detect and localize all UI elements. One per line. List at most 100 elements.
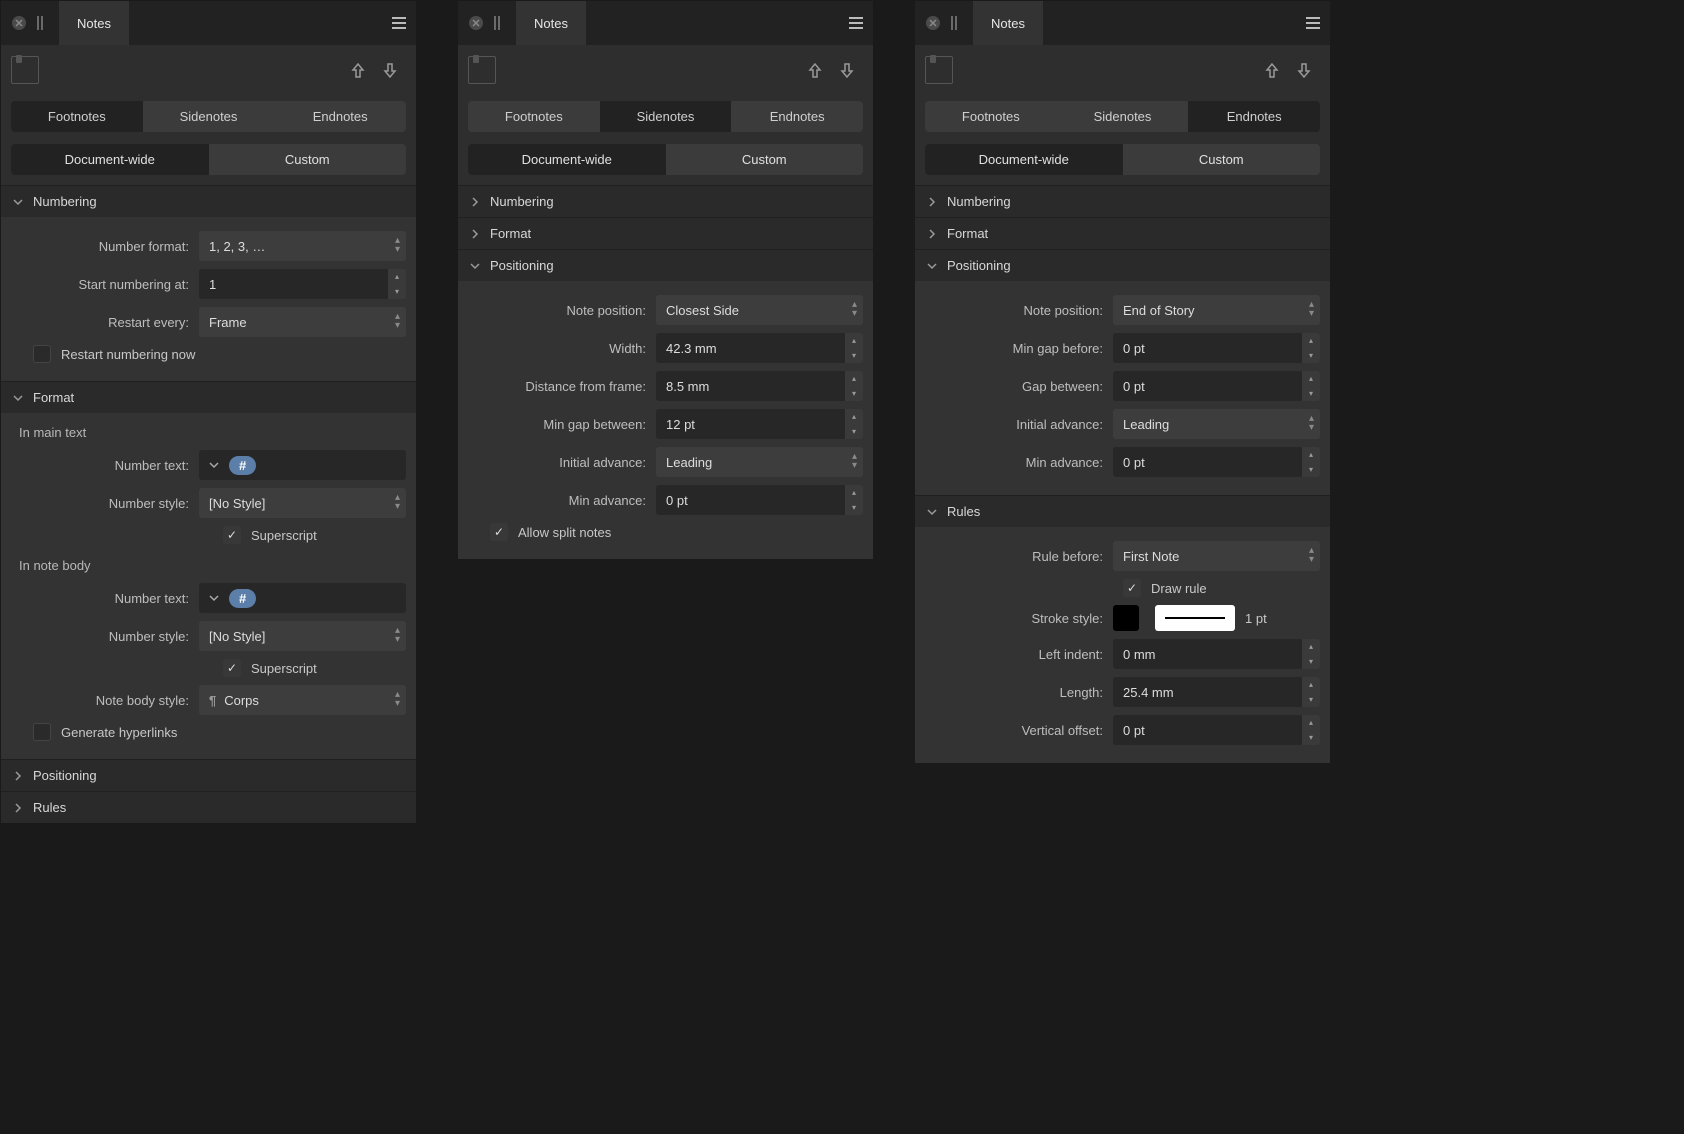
allow-split-checkbox[interactable]: ✓	[490, 523, 508, 541]
generate-hyperlinks-checkbox[interactable]	[33, 723, 51, 741]
restart-now-checkbox[interactable]	[33, 345, 51, 363]
note-position-label: Note position:	[468, 303, 656, 318]
move-up-icon[interactable]	[799, 54, 831, 86]
section-numbering-header[interactable]: Numbering	[458, 185, 873, 217]
scope-custom[interactable]: Custom	[666, 144, 864, 175]
section-format-header[interactable]: Format	[458, 217, 873, 249]
min-gap-input[interactable]: 12 pt	[656, 409, 847, 439]
initial-advance-dropdown[interactable]: Leading▴▾	[656, 447, 863, 477]
close-icon[interactable]	[9, 13, 29, 33]
chevron-down-icon[interactable]	[199, 460, 229, 470]
close-icon[interactable]	[923, 13, 943, 33]
bookmark-document-icon[interactable]	[468, 56, 496, 84]
number-text-field-body[interactable]: #	[199, 583, 406, 613]
pin-icon[interactable]	[492, 15, 506, 31]
pin-icon[interactable]	[35, 15, 49, 31]
scope-custom[interactable]: Custom	[209, 144, 407, 175]
stepper[interactable]: ▴▾	[845, 333, 863, 363]
section-title: Rules	[33, 800, 66, 815]
stepper[interactable]: ▴▾	[845, 409, 863, 439]
stroke-style-preview[interactable]	[1155, 605, 1235, 631]
tab-endnotes[interactable]: Endnotes	[731, 101, 863, 132]
tab-endnotes[interactable]: Endnotes	[274, 101, 406, 132]
section-numbering-header[interactable]: Numbering	[1, 185, 416, 217]
gap-between-input[interactable]: 0 pt	[1113, 371, 1304, 401]
section-rules-header[interactable]: Rules	[915, 495, 1330, 527]
panel-tab-notes[interactable]: Notes	[973, 1, 1043, 45]
stepper[interactable]: ▴▾	[1302, 447, 1320, 477]
panel-menu-icon[interactable]	[839, 1, 873, 45]
section-format-header[interactable]: Format	[915, 217, 1330, 249]
step-down-icon[interactable]: ▾	[388, 284, 406, 299]
number-format-dropdown[interactable]: 1, 2, 3, … ▴▾	[199, 231, 406, 261]
start-numbering-input[interactable]: 1	[199, 269, 390, 299]
section-title: Format	[490, 226, 531, 241]
section-positioning-header[interactable]: Positioning	[458, 249, 873, 281]
stepper[interactable]: ▴▾	[1302, 333, 1320, 363]
panel-tab-notes[interactable]: Notes	[516, 1, 586, 45]
min-gap-before-input[interactable]: 0 pt	[1113, 333, 1304, 363]
bookmark-document-icon[interactable]	[925, 56, 953, 84]
stepper[interactable]: ▴▾	[1302, 639, 1320, 669]
panel-tab-notes[interactable]: Notes	[59, 1, 129, 45]
stepper[interactable]: ▴▾	[1302, 715, 1320, 745]
tab-footnotes[interactable]: Footnotes	[468, 101, 600, 132]
rule-before-dropdown[interactable]: First Note▴▾	[1113, 541, 1320, 571]
panel-menu-icon[interactable]	[382, 1, 416, 45]
stepper[interactable]: ▴▾	[845, 371, 863, 401]
superscript-checkbox[interactable]: ✓	[223, 526, 241, 544]
scope-document-wide[interactable]: Document-wide	[925, 144, 1123, 175]
initial-advance-label: Initial advance:	[468, 455, 656, 470]
tab-footnotes[interactable]: Footnotes	[925, 101, 1057, 132]
width-input[interactable]: 42.3 mm	[656, 333, 847, 363]
scope-custom[interactable]: Custom	[1123, 144, 1321, 175]
tab-sidenotes[interactable]: Sidenotes	[143, 101, 275, 132]
draw-rule-checkbox[interactable]: ✓	[1123, 579, 1141, 597]
number-text-field[interactable]: #	[199, 450, 406, 480]
dropdown-arrows-icon: ▴▾	[1309, 414, 1314, 432]
stepper[interactable]: ▴▾	[1302, 371, 1320, 401]
initial-advance-dropdown[interactable]: Leading▴▾	[1113, 409, 1320, 439]
section-format-header[interactable]: Format	[1, 381, 416, 413]
stepper[interactable]: ▴▾	[1302, 677, 1320, 707]
section-numbering-header[interactable]: Numbering	[915, 185, 1330, 217]
close-icon[interactable]	[466, 13, 486, 33]
min-advance-input[interactable]: 0 pt	[1113, 447, 1304, 477]
left-indent-input[interactable]: 0 mm	[1113, 639, 1304, 669]
section-positioning-header[interactable]: Positioning	[1, 759, 416, 791]
move-up-icon[interactable]	[1256, 54, 1288, 86]
move-up-icon[interactable]	[342, 54, 374, 86]
move-down-icon[interactable]	[374, 54, 406, 86]
number-style-dropdown-body[interactable]: [No Style] ▴▾	[199, 621, 406, 651]
min-advance-input[interactable]: 0 pt	[656, 485, 847, 515]
restart-every-dropdown[interactable]: Frame ▴▾	[199, 307, 406, 337]
scope-document-wide[interactable]: Document-wide	[11, 144, 209, 175]
tab-sidenotes[interactable]: Sidenotes	[1057, 101, 1189, 132]
length-input[interactable]: 25.4 mm	[1113, 677, 1304, 707]
tab-footnotes[interactable]: Footnotes	[11, 101, 143, 132]
vertical-offset-input[interactable]: 0 pt	[1113, 715, 1304, 745]
stepper[interactable]: ▴▾	[845, 485, 863, 515]
number-format-label: Number format:	[11, 239, 199, 254]
note-position-dropdown[interactable]: End of Story▴▾	[1113, 295, 1320, 325]
note-position-label: Note position:	[925, 303, 1113, 318]
section-rules-header[interactable]: Rules	[1, 791, 416, 823]
chevron-down-icon[interactable]	[199, 593, 229, 603]
note-body-style-dropdown[interactable]: ¶ Corps ▴▾	[199, 685, 406, 715]
bookmark-document-icon[interactable]	[11, 56, 39, 84]
superscript-checkbox-body[interactable]: ✓	[223, 659, 241, 677]
panel-menu-icon[interactable]	[1296, 1, 1330, 45]
distance-input[interactable]: 8.5 mm	[656, 371, 847, 401]
note-position-dropdown[interactable]: Closest Side▴▾	[656, 295, 863, 325]
tab-sidenotes[interactable]: Sidenotes	[600, 101, 732, 132]
pin-icon[interactable]	[949, 15, 963, 31]
step-up-icon[interactable]: ▴	[388, 269, 406, 284]
stroke-color-swatch[interactable]	[1113, 605, 1139, 631]
move-down-icon[interactable]	[1288, 54, 1320, 86]
move-down-icon[interactable]	[831, 54, 863, 86]
number-style-dropdown[interactable]: [No Style] ▴▾	[199, 488, 406, 518]
section-positioning-header[interactable]: Positioning	[915, 249, 1330, 281]
tab-endnotes[interactable]: Endnotes	[1188, 101, 1320, 132]
stepper[interactable]: ▴▾	[388, 269, 406, 299]
scope-document-wide[interactable]: Document-wide	[468, 144, 666, 175]
